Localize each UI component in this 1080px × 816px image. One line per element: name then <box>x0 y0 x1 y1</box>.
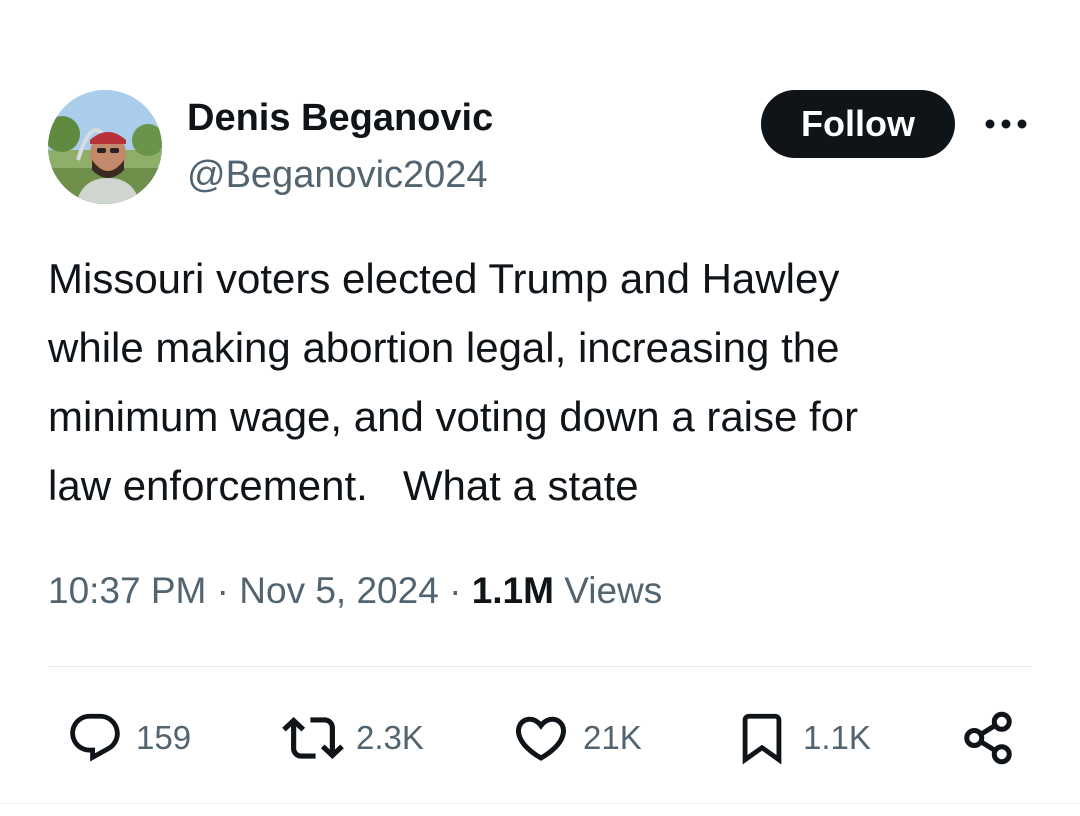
user-handle[interactable]: @Beganovic2024 <box>187 153 488 197</box>
follow-button[interactable]: Follow <box>761 90 955 158</box>
bookmark-button[interactable]: 1.1K <box>733 706 871 770</box>
divider <box>0 803 1080 804</box>
share-icon <box>964 711 1012 765</box>
display-name[interactable]: Denis Beganovic <box>187 96 493 140</box>
reply-button[interactable]: 159 <box>66 706 191 770</box>
heart-icon <box>515 716 567 761</box>
tweet-meta: 10:37 PM · Nov 5, 2024 · 1.1M Views <box>48 568 662 614</box>
reply-icon <box>70 713 120 762</box>
like-button[interactable]: 21K <box>511 706 642 770</box>
repost-icon <box>282 717 344 759</box>
tweet-text-line: minimum wage, and voting down a raise fo… <box>48 393 859 440</box>
tweet-date[interactable]: Nov 5, 2024 <box>239 570 439 611</box>
views-count[interactable]: 1.1M <box>472 570 554 611</box>
like-count: 21K <box>583 719 642 756</box>
share-button[interactable] <box>958 706 1018 770</box>
tweet-text-line: law enforcement. What a state <box>48 462 639 509</box>
repost-button[interactable]: 2.3K <box>282 706 424 770</box>
views-label: Views <box>553 570 663 611</box>
profile-photo-icon <box>48 90 162 204</box>
reply-count: 159 <box>136 719 192 756</box>
bookmark-count: 1.1K <box>803 719 871 756</box>
meta-separator: · <box>438 570 472 611</box>
tweet-text-line: Missouri voters elected Trump and Hawley <box>48 255 840 302</box>
tweet-card: Denis Beganovic @Beganovic2024 Follow Mi… <box>0 0 1080 816</box>
tweet-text: Missouri voters elected Trump and Hawley… <box>48 244 1038 520</box>
more-options-button[interactable] <box>980 106 1032 142</box>
meta-separator: · <box>206 570 240 611</box>
repost-count: 2.3K <box>356 719 424 756</box>
tweet-time[interactable]: 10:37 PM <box>48 570 206 611</box>
avatar[interactable] <box>48 90 162 204</box>
tweet-text-line: while making abortion legal, increasing … <box>48 324 840 371</box>
divider <box>48 666 1032 667</box>
bookmark-icon <box>742 713 782 765</box>
more-horizontal-icon <box>985 119 1027 129</box>
